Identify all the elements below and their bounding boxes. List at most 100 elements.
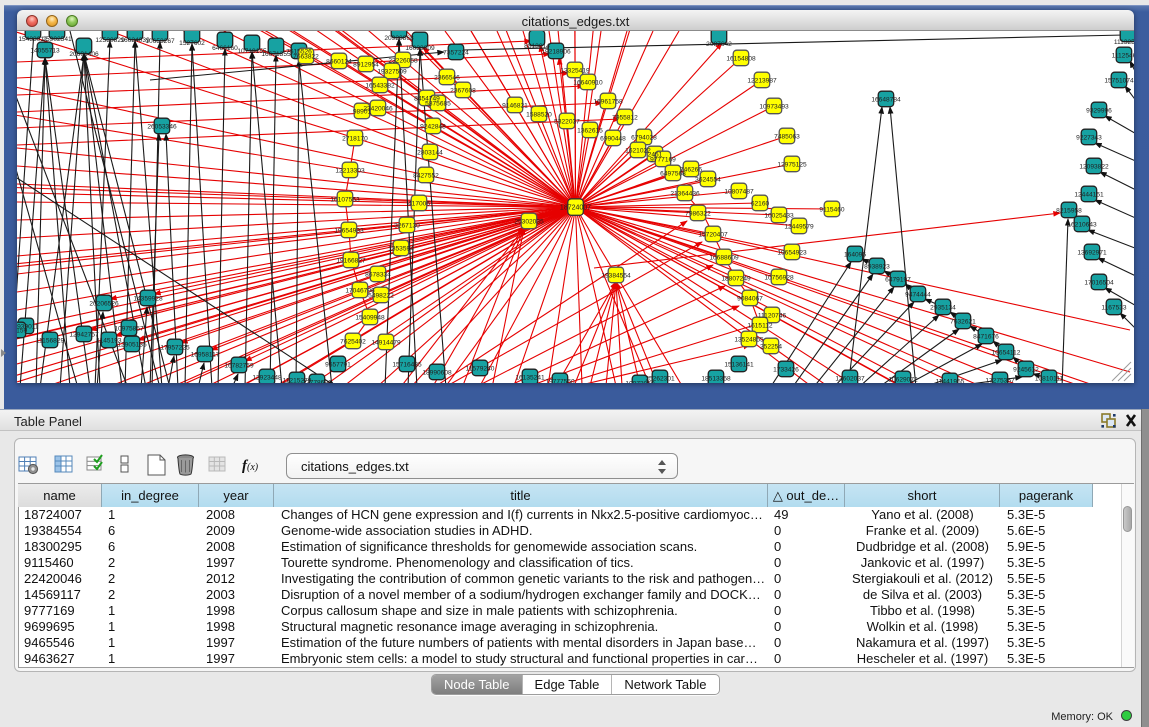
svg-text:23226058: 23226058 bbox=[388, 57, 418, 64]
svg-text:18990608: 18990608 bbox=[422, 369, 452, 376]
svg-text:7986322: 7986322 bbox=[685, 210, 711, 217]
svg-text:5322037: 5322037 bbox=[554, 118, 580, 125]
svg-text:19384554: 19384554 bbox=[601, 272, 631, 279]
svg-text:16543382: 16543382 bbox=[365, 82, 395, 89]
svg-text:12942757: 12942757 bbox=[69, 331, 99, 338]
svg-text:18807249: 18807249 bbox=[721, 275, 751, 282]
svg-text:3624554: 3624554 bbox=[695, 176, 721, 183]
svg-text:15720407: 15720407 bbox=[698, 231, 728, 238]
svg-text:1353594: 1353594 bbox=[388, 245, 414, 252]
svg-text:6479197: 6479197 bbox=[885, 276, 911, 283]
svg-text:9242848: 9242848 bbox=[420, 123, 446, 130]
svg-text:16640910: 16640910 bbox=[573, 79, 603, 86]
svg-text:746266: 746266 bbox=[680, 166, 702, 173]
svg-text:8660124: 8660124 bbox=[326, 58, 352, 65]
svg-text:16958117: 16958117 bbox=[191, 351, 220, 358]
svg-text:20920868: 20920868 bbox=[384, 35, 414, 42]
svg-text:417006: 417006 bbox=[408, 200, 430, 207]
svg-text:10756928: 10756928 bbox=[764, 274, 794, 281]
svg-text:11132546: 11132546 bbox=[1114, 39, 1134, 46]
svg-text:13602037: 13602037 bbox=[835, 375, 865, 382]
svg-text:15136141: 15136141 bbox=[724, 361, 754, 368]
svg-text:16107553: 16107553 bbox=[330, 196, 360, 203]
svg-text:14359928: 14359928 bbox=[133, 295, 163, 302]
svg-text:6466160: 6466160 bbox=[212, 45, 238, 52]
svg-text:21364436: 21364436 bbox=[670, 190, 700, 197]
svg-text:13524855: 13524855 bbox=[734, 336, 764, 343]
svg-text:11156829: 11156829 bbox=[36, 337, 65, 344]
svg-text:8912954: 8912954 bbox=[353, 61, 379, 68]
svg-text:10973493: 10973493 bbox=[759, 103, 789, 110]
svg-text:13325419: 13325419 bbox=[560, 67, 590, 74]
svg-text:16782759: 16782759 bbox=[224, 362, 254, 369]
svg-text:62160: 62160 bbox=[751, 200, 770, 207]
svg-text:9245612: 9245612 bbox=[1013, 366, 1039, 373]
svg-text:6990448: 6990448 bbox=[600, 135, 626, 142]
svg-text:8938923: 8938923 bbox=[864, 263, 890, 270]
svg-text:14914479: 14914479 bbox=[371, 339, 401, 346]
svg-text:25262301: 25262301 bbox=[645, 375, 675, 382]
svg-text:7632621: 7632621 bbox=[950, 318, 976, 325]
svg-text:14055713: 14055713 bbox=[30, 47, 60, 54]
svg-text:26053346: 26053346 bbox=[147, 123, 177, 130]
svg-text:7357224: 7357224 bbox=[443, 49, 469, 56]
svg-text:164095: 164095 bbox=[844, 251, 866, 258]
svg-text:10810111: 10810111 bbox=[1035, 375, 1064, 382]
svg-text:15409948: 15409948 bbox=[355, 314, 385, 321]
svg-text:1362615: 1362615 bbox=[577, 127, 603, 134]
svg-text:17957225: 17957225 bbox=[160, 344, 190, 351]
svg-text:9084067: 9084067 bbox=[737, 295, 763, 302]
svg-text:1588520: 1588520 bbox=[526, 111, 552, 118]
svg-text:17275367: 17275367 bbox=[985, 377, 1015, 383]
svg-text:16033809: 16033809 bbox=[405, 45, 435, 52]
svg-text:8471676: 8471676 bbox=[973, 333, 999, 340]
svg-text:10975857: 10975857 bbox=[114, 325, 144, 332]
svg-text:11120746: 11120746 bbox=[758, 312, 787, 319]
svg-text:19218906: 19218906 bbox=[541, 48, 571, 55]
svg-text:1527602: 1527602 bbox=[179, 40, 205, 47]
svg-text:(x): (x) bbox=[247, 462, 259, 473]
svg-text:9227343: 9227343 bbox=[1076, 134, 1102, 141]
svg-text:1733426: 1733426 bbox=[773, 366, 799, 373]
svg-text:2935134: 2935134 bbox=[930, 304, 956, 311]
svg-text:16154808: 16154808 bbox=[726, 55, 756, 62]
svg-text:2087642: 2087642 bbox=[706, 41, 732, 48]
svg-text:19327509: 19327509 bbox=[377, 68, 407, 75]
svg-text:9329996: 9329996 bbox=[1086, 107, 1112, 114]
svg-text:16648784: 16648784 bbox=[871, 96, 901, 103]
svg-text:1615112: 1615112 bbox=[747, 322, 773, 329]
svg-text:10629072: 10629072 bbox=[888, 376, 918, 383]
svg-text:12905135: 12905135 bbox=[117, 341, 147, 348]
svg-text:16210643: 16210643 bbox=[1067, 221, 1097, 228]
svg-text:98901: 98901 bbox=[353, 108, 372, 115]
svg-text:25302035: 25302035 bbox=[514, 218, 544, 225]
svg-text:1167533: 1167533 bbox=[1101, 304, 1127, 311]
svg-text:7485063: 7485063 bbox=[774, 133, 800, 140]
svg-text:6794028: 6794028 bbox=[631, 134, 657, 141]
svg-text:19654923: 19654923 bbox=[777, 249, 807, 256]
svg-text:9146821: 9146821 bbox=[502, 102, 528, 109]
svg-text:10688609: 10688609 bbox=[709, 254, 739, 261]
svg-text:9777169: 9777169 bbox=[650, 156, 676, 163]
svg-text:17016504: 17016504 bbox=[1084, 279, 1114, 286]
svg-text:13692971: 13692971 bbox=[1077, 249, 1107, 256]
svg-text:20691406: 20691406 bbox=[69, 51, 99, 58]
svg-text:10025433: 10025433 bbox=[764, 212, 794, 219]
svg-text:5875685: 5875685 bbox=[425, 100, 451, 107]
svg-text:12975125: 12975125 bbox=[777, 161, 807, 168]
svg-text:19777560: 19777560 bbox=[545, 378, 575, 383]
svg-text:252254: 252254 bbox=[760, 343, 782, 350]
svg-text:8215958: 8215958 bbox=[1056, 207, 1082, 214]
svg-text:19654933: 19654933 bbox=[334, 227, 364, 234]
svg-text:7625402: 7625402 bbox=[340, 338, 366, 345]
svg-text:16135241: 16135241 bbox=[515, 374, 545, 381]
svg-text:3267130: 3267130 bbox=[394, 222, 420, 229]
svg-text:11579240: 11579240 bbox=[466, 365, 495, 372]
svg-text:19166827: 19166827 bbox=[336, 257, 366, 264]
svg-text:9657791: 9657791 bbox=[325, 361, 351, 368]
svg-text:15716485: 15716485 bbox=[392, 361, 422, 368]
svg-text:12213987: 12213987 bbox=[747, 77, 777, 84]
svg-text:10653267: 10653267 bbox=[145, 38, 175, 45]
svg-text:5498222: 5498222 bbox=[368, 292, 394, 299]
svg-text:12093822: 12093822 bbox=[1079, 163, 1109, 170]
